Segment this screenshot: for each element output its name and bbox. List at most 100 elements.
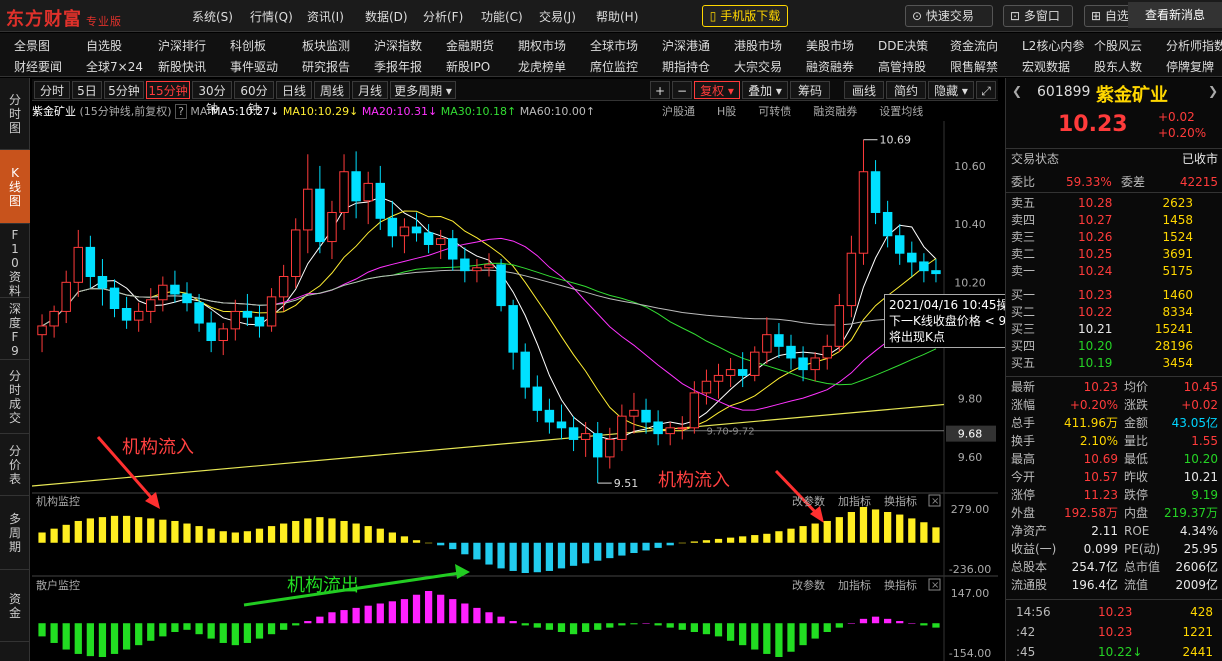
period-tab-7[interactable]: 周线 xyxy=(314,81,350,99)
candle[interactable] xyxy=(810,352,820,382)
candle[interactable] xyxy=(677,416,688,440)
candle[interactable] xyxy=(919,253,929,283)
candle[interactable] xyxy=(278,264,289,312)
candle[interactable] xyxy=(665,421,675,446)
candle[interactable] xyxy=(327,200,337,260)
candle[interactable] xyxy=(133,302,144,332)
sub2-tool-0[interactable]: 改参数 xyxy=(792,578,825,592)
period-tab-9[interactable]: 更多周期 ▾ xyxy=(390,81,456,99)
nav-item-r1-13[interactable]: 资金流向 xyxy=(950,37,998,54)
candle[interactable] xyxy=(363,171,373,225)
candle[interactable] xyxy=(303,154,313,254)
menu-3[interactable]: 数据(D) xyxy=(365,8,408,25)
candle[interactable] xyxy=(508,299,518,370)
bid-row[interactable]: 买五 10.19 3454 xyxy=(1006,354,1222,372)
hide-dropdown[interactable]: 隐藏 ▾ xyxy=(928,81,974,99)
candle[interactable] xyxy=(617,404,627,452)
nav-item-r1-12[interactable]: DDE决策 xyxy=(878,37,928,54)
candle[interactable] xyxy=(182,282,192,312)
candle[interactable] xyxy=(254,305,265,338)
candle[interactable] xyxy=(121,296,132,329)
menu-5[interactable]: 功能(C) xyxy=(481,8,523,25)
candle[interactable] xyxy=(750,346,760,382)
sub1-tool-1[interactable]: 加指标 xyxy=(838,494,871,508)
period-tab-1[interactable]: 5日 xyxy=(72,81,102,99)
nav-item-r2-3[interactable]: 事件驱动 xyxy=(230,58,278,75)
period-tab-5[interactable]: 60分钟 xyxy=(234,81,274,116)
candle[interactable] xyxy=(472,259,482,283)
candle[interactable] xyxy=(822,334,832,370)
nav-item-r2-1[interactable]: 全球7×24 xyxy=(86,58,143,75)
candle[interactable] xyxy=(218,323,228,356)
candle[interactable] xyxy=(496,259,506,312)
nav-item-r2-16[interactable]: 停牌复牌 xyxy=(1166,58,1214,75)
zoom-out-button[interactable]: − xyxy=(672,81,692,99)
candle[interactable] xyxy=(351,151,361,219)
nav-item-r1-2[interactable]: 沪深排行 xyxy=(158,37,206,54)
candle[interactable] xyxy=(49,305,59,338)
candle[interactable] xyxy=(725,357,736,388)
nav-item-r1-0[interactable]: 全景图 xyxy=(14,37,50,54)
candle[interactable] xyxy=(242,293,253,326)
candle[interactable] xyxy=(37,314,47,353)
menu-2[interactable]: 资讯(I) xyxy=(307,8,344,25)
candle[interactable] xyxy=(870,160,881,225)
help-icon[interactable]: ? xyxy=(175,104,187,119)
nav-item-r2-12[interactable]: 高管持股 xyxy=(878,58,926,75)
nav-item-r2-7[interactable]: 龙虎榜单 xyxy=(518,58,566,75)
nav-item-r1-1[interactable]: 自选股 xyxy=(86,37,122,54)
nav-item-r1-14[interactable]: L2核心内参 xyxy=(1022,37,1084,54)
candle[interactable] xyxy=(61,270,71,324)
ma-link-4[interactable]: 设置均线 xyxy=(879,105,923,118)
sub2-tool-2[interactable]: 换指标 xyxy=(884,578,917,592)
fullscreen-icon[interactable]: ⤢ xyxy=(976,81,996,99)
simple-mode-button[interactable]: 简约 xyxy=(886,81,926,99)
sub1-tool-2[interactable]: 换指标 xyxy=(884,494,917,508)
ma-link-2[interactable]: 可转债 xyxy=(758,105,791,118)
left-tab-2[interactable]: F10资料 xyxy=(0,224,30,298)
nav-item-r1-5[interactable]: 沪深指数 xyxy=(374,37,422,54)
nav-item-r1-7[interactable]: 期权市场 xyxy=(518,37,566,54)
candle[interactable] xyxy=(556,404,567,440)
fast-trade-button[interactable]: ⊙ 快速交易 xyxy=(905,5,993,27)
nav-item-r1-15[interactable]: 个股风云 xyxy=(1094,37,1142,54)
nav-item-r2-0[interactable]: 财经要闻 xyxy=(14,58,62,75)
candle[interactable] xyxy=(713,363,724,399)
candle[interactable] xyxy=(931,259,941,283)
sub2-tool-1[interactable]: 加指标 xyxy=(838,578,871,592)
candle[interactable] xyxy=(85,235,96,289)
candle[interactable] xyxy=(834,293,845,353)
candle[interactable] xyxy=(701,369,712,405)
left-tab-0[interactable]: 分时图 xyxy=(0,78,30,150)
bid-row[interactable]: 买二 10.22 8334 xyxy=(1006,303,1222,321)
draw-line-button[interactable]: 画线 xyxy=(844,81,884,99)
nav-item-r2-15[interactable]: 股东人数 xyxy=(1094,58,1142,75)
nav-item-r1-8[interactable]: 全球市场 xyxy=(590,37,638,54)
candle[interactable] xyxy=(798,346,808,382)
nav-item-r1-9[interactable]: 沪深港通 xyxy=(662,37,710,54)
bid-row[interactable]: 买四 10.20 28196 xyxy=(1006,337,1222,355)
candle[interactable] xyxy=(653,410,663,446)
candle[interactable] xyxy=(484,253,494,277)
ma-link-3[interactable]: 融资融券 xyxy=(813,105,857,118)
candle[interactable] xyxy=(387,200,398,248)
sub1-tool-0[interactable]: 改参数 xyxy=(792,494,825,508)
bid-row[interactable]: 买一 10.23 1460 xyxy=(1006,286,1222,304)
period-tab-8[interactable]: 月线 xyxy=(352,81,388,99)
candle[interactable] xyxy=(568,416,579,452)
period-tab-0[interactable]: 分时 xyxy=(34,81,70,99)
candle[interactable] xyxy=(158,276,168,312)
nav-item-r1-4[interactable]: 板块监测 xyxy=(302,37,350,54)
candle[interactable] xyxy=(170,270,180,303)
zoom-in-button[interactable]: + xyxy=(650,81,670,99)
nav-item-r2-10[interactable]: 大宗交易 xyxy=(734,58,782,75)
left-tab-6[interactable]: 多周期 xyxy=(0,496,30,570)
nav-item-r1-16[interactable]: 分析师指数 xyxy=(1166,37,1222,54)
candle[interactable] xyxy=(520,343,530,399)
candle[interactable] xyxy=(894,224,905,265)
candle[interactable] xyxy=(315,165,325,254)
candle[interactable] xyxy=(146,288,156,324)
period-tab-4[interactable]: 30分钟 xyxy=(192,81,232,116)
candle[interactable] xyxy=(629,392,639,434)
nav-item-r1-10[interactable]: 港股市场 xyxy=(734,37,782,54)
